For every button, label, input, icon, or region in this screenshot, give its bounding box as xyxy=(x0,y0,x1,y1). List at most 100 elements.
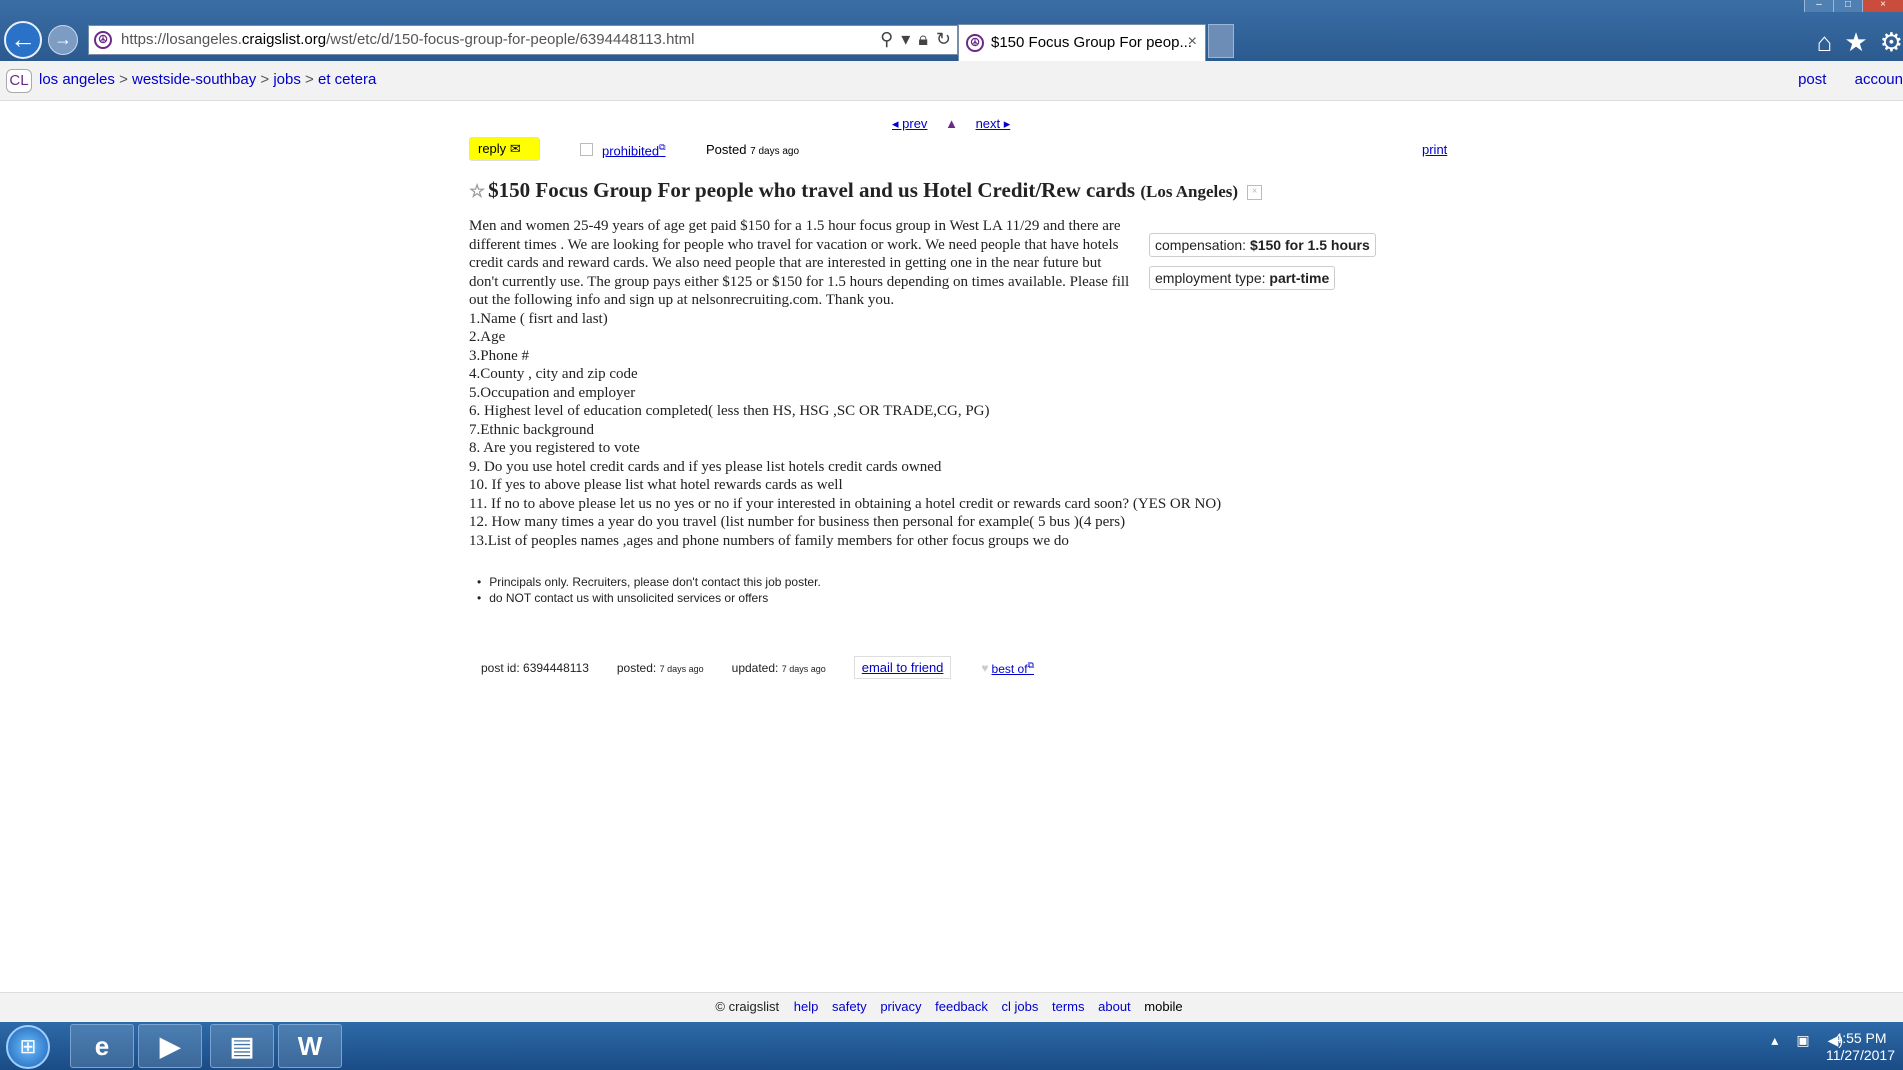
favorites-star-icon[interactable]: ★ xyxy=(1844,27,1867,58)
posting-body-line: 8. Are you registered to vote xyxy=(469,440,640,456)
footer-feedback[interactable]: feedback xyxy=(935,999,988,1014)
home-icon[interactable]: ⌂ xyxy=(1817,27,1833,58)
word-icon[interactable]: W xyxy=(278,1024,342,1068)
notice-item: Principals only. Recruiters, please don'… xyxy=(477,574,821,590)
posting-body-intro: Men and women 25-49 years of age get pai… xyxy=(469,218,1130,308)
posted-date: Posted 7 days ago xyxy=(706,142,800,157)
file-explorer-icon[interactable]: ▤ xyxy=(210,1024,274,1068)
cl-header: CL los angeles > westside-southbay > job… xyxy=(0,61,1903,101)
print-link[interactable]: print xyxy=(1422,142,1447,157)
attribute-group: compensation: $150 for 1.5 hours employm… xyxy=(1149,233,1376,299)
external-link-icon: ⧉ xyxy=(1027,659,1034,670)
media-player-icon[interactable]: ▶ xyxy=(138,1024,202,1068)
taskbar-clock[interactable]: 4:55 PM 11/27/2017 xyxy=(1826,1030,1895,1064)
posting-body-line: 13.List of peoples names ,ages and phone… xyxy=(469,532,1069,549)
footer-help[interactable]: help xyxy=(794,999,819,1014)
lock-icon[interactable]: 🔒︎ xyxy=(918,29,928,50)
posting-body-list: 1.Name ( fisrt and last) 2.Age 3.Phone # 4.… xyxy=(469,310,1222,551)
posting-body-line: 1.Name ( fisrt and last) xyxy=(469,310,608,327)
close-window-icon[interactable]: × xyxy=(1862,0,1903,12)
browser-toolbar-icons: ⌂ ★ ⚙ xyxy=(1817,27,1903,58)
hide-posting-icon[interactable]: × xyxy=(1247,184,1263,200)
show-hidden-icons-icon[interactable]: ▴ xyxy=(1771,1032,1778,1049)
posting-nav: ◂ prev ▲ next ▸ xyxy=(892,116,1024,132)
post-link[interactable]: post xyxy=(1798,71,1826,88)
attr-compensation: compensation: $150 for 1.5 hours xyxy=(1149,233,1376,257)
footer-safety[interactable]: safety xyxy=(832,999,867,1014)
breadcrumb: los angeles > westside-southbay > jobs >… xyxy=(39,71,377,88)
settings-gear-icon[interactable]: ⚙ xyxy=(1880,27,1903,58)
back-button[interactable]: ← xyxy=(4,21,42,59)
posting-title: ☆ $150 Focus Group For people who travel … xyxy=(469,178,1263,203)
breadcrumb-et-cetera[interactable]: et cetera xyxy=(318,71,376,88)
header-links: post accoun xyxy=(1774,71,1903,88)
up-arrow-icon[interactable]: ▲ xyxy=(945,116,958,131)
address-url[interactable]: https://losangeles.craigslist.org/wst/et… xyxy=(121,31,694,48)
prev-link[interactable]: ◂ prev xyxy=(892,116,927,131)
refresh-icon[interactable]: ↻ xyxy=(936,29,951,50)
account-link[interactable]: accoun xyxy=(1855,71,1903,88)
minimize-icon[interactable]: – xyxy=(1804,0,1833,12)
external-link-icon: ⧉ xyxy=(659,142,666,152)
browser-tab[interactable]: ☮ $150 Focus Group For peop... × xyxy=(958,24,1206,61)
posting-infos: post id: 6394448113 posted: 7 days ago u… xyxy=(481,656,1034,679)
posting-body-line: 6. Highest level of education completed(… xyxy=(469,403,990,419)
tab-title: $150 Focus Group For peop... xyxy=(991,34,1192,51)
ie-browser-icon[interactable]: e xyxy=(70,1024,134,1068)
favorite-star-icon[interactable]: ☆ xyxy=(469,181,485,201)
network-icon[interactable]: ▣ xyxy=(1796,1032,1809,1049)
posting-body-line: 5.Occupation and employer xyxy=(469,384,636,401)
notice-item: do NOT contact us with unsolicited servi… xyxy=(477,590,821,606)
next-link[interactable]: next ▸ xyxy=(976,116,1011,131)
tab-favicon-icon: ☮ xyxy=(966,34,984,52)
cl-logo[interactable]: CL xyxy=(6,69,32,93)
footer-mobile[interactable]: mobile xyxy=(1144,999,1182,1014)
heart-icon: ♥ xyxy=(981,660,989,675)
clock-time: 4:55 PM xyxy=(1834,1030,1887,1046)
posting-body-line: 2.Age xyxy=(469,329,506,345)
posting-body-line: 11. If no to above please let us no yes … xyxy=(469,495,1222,512)
posting-location: (Los Angeles) xyxy=(1140,182,1239,201)
footer-cl-jobs[interactable]: cl jobs xyxy=(1002,999,1039,1014)
breadcrumb-westside-southbay[interactable]: westside-southbay xyxy=(132,71,256,88)
best-of-link[interactable]: best of⧉ xyxy=(992,660,1034,676)
footer-about[interactable]: about xyxy=(1098,999,1131,1014)
forward-button[interactable]: → xyxy=(48,25,78,55)
copyright: © craigslist xyxy=(715,999,780,1014)
updated-info: updated: 7 days ago xyxy=(731,660,826,675)
site-favicon-icon: ☮ xyxy=(94,31,112,49)
breadcrumb-los-angeles[interactable]: los angeles xyxy=(39,71,115,88)
footer-privacy[interactable]: privacy xyxy=(880,999,921,1014)
posting-body-line: 7.Ethnic background xyxy=(469,421,594,438)
posting-body: Men and women 25-49 years of age get pai… xyxy=(469,217,1222,551)
reply-button[interactable]: reply ✉ xyxy=(469,137,540,161)
new-tab-button[interactable] xyxy=(1208,24,1234,58)
flag-checkbox[interactable] xyxy=(580,143,593,156)
dropdown-arrow-icon[interactable]: ▾ xyxy=(901,29,910,50)
address-bar[interactable]: ☮ https://losangeles.craigslist.org/wst/… xyxy=(88,25,958,55)
search-icon[interactable]: ⚲ xyxy=(880,29,893,50)
window-controls: – □ × xyxy=(1804,0,1903,12)
page-footer: © craigslist help safety privacy feedbac… xyxy=(0,992,1903,1023)
tab-close-icon[interactable]: × xyxy=(1188,33,1197,51)
envelope-icon: ✉ xyxy=(509,141,521,156)
attr-employment-type: employment type: part-time xyxy=(1149,266,1336,290)
start-button[interactable]: ⊞ xyxy=(6,1025,50,1069)
posting-body-line: 9. Do you use hotel credit cards and if … xyxy=(469,458,942,475)
breadcrumb-jobs[interactable]: jobs xyxy=(273,71,301,88)
prohibited-flag-link[interactable]: prohibited⧉ xyxy=(602,142,666,158)
posting-body-line: 10. If yes to above please list what hot… xyxy=(469,477,843,493)
posting-body-line: 4.County , city and zip code xyxy=(469,366,638,382)
footer-terms[interactable]: terms xyxy=(1052,999,1085,1014)
maximize-icon[interactable]: □ xyxy=(1833,0,1862,12)
address-tools: ⚲ ▾ 🔒︎ ↻ xyxy=(880,29,951,50)
posting-body-line: 3.Phone # xyxy=(469,347,529,364)
email-to-friend-button[interactable]: email to friend xyxy=(853,656,952,679)
clock-date: 11/27/2017 xyxy=(1825,1047,1895,1063)
browser-titlebar: – □ × ← → ☮ https://losangeles.craigslis… xyxy=(0,0,1903,61)
post-id: post id: 6394448113 xyxy=(481,660,589,675)
posted-info: posted: 7 days ago xyxy=(616,660,704,675)
windows-taskbar: ⊞ e ▶ ▤ W ▴ ▣ ◀) 4:55 PM 11/27/2017 xyxy=(0,1022,1903,1070)
posting-title-text: $150 Focus Group For people who travel a… xyxy=(488,178,1136,202)
posting-body-line: 12. How many times a year do you travel … xyxy=(469,514,1126,530)
